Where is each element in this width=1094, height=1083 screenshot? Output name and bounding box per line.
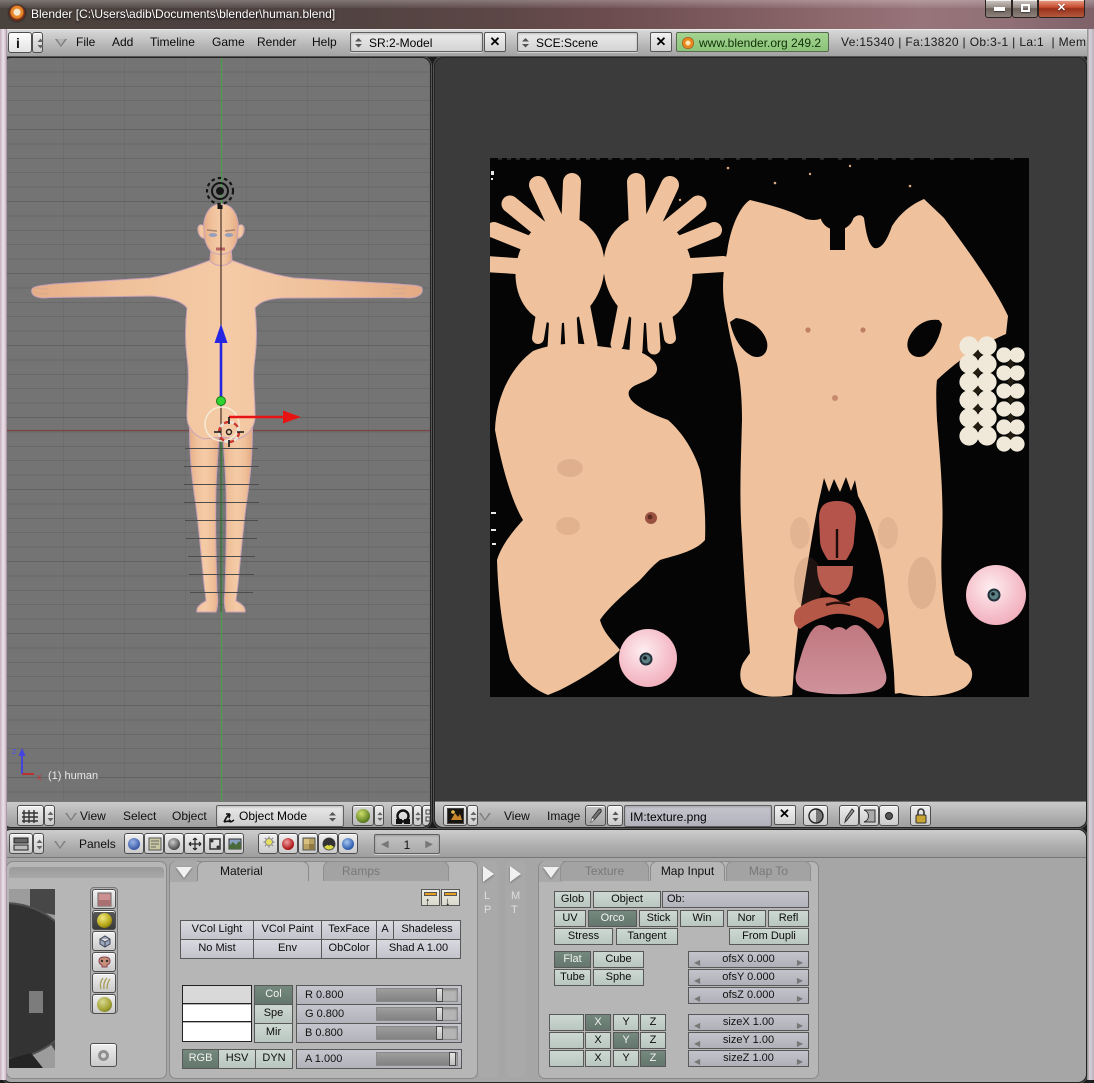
svg-text:x: x (37, 772, 42, 782)
svg-text:z: z (12, 746, 17, 756)
svg-text:(1) human: (1) human (48, 770, 98, 782)
